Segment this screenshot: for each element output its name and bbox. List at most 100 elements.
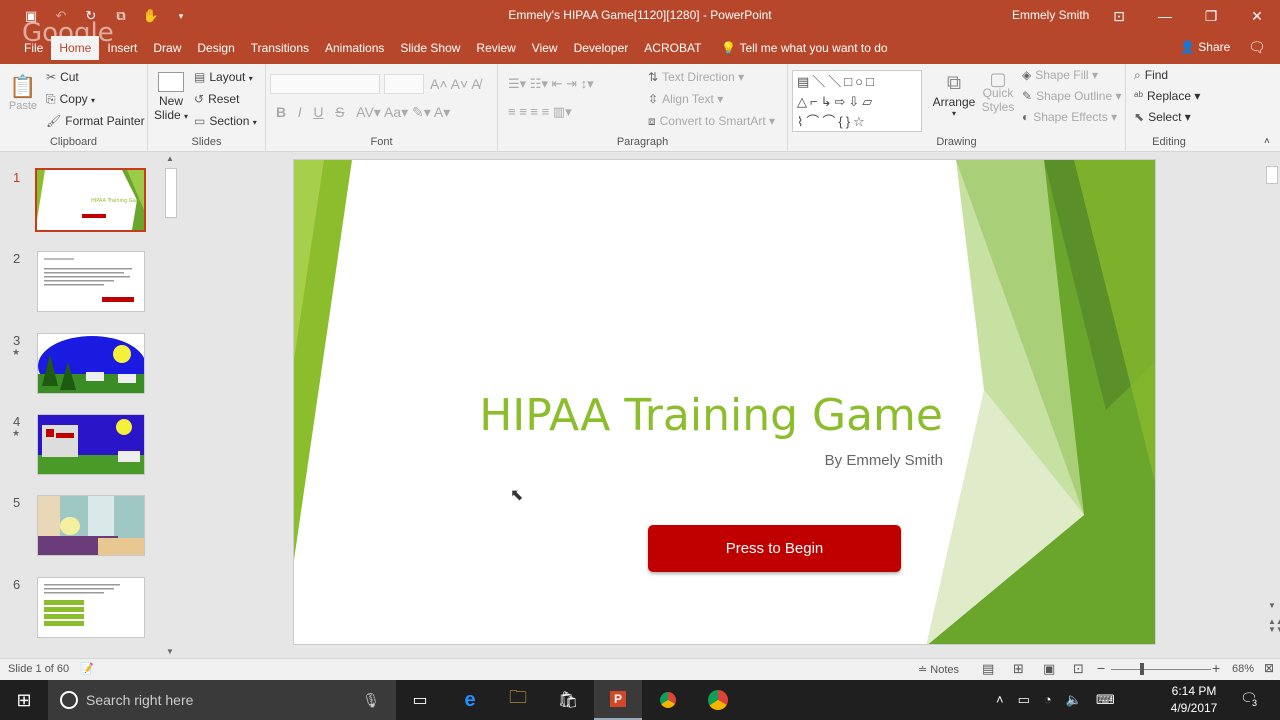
tell-me-box[interactable]: 💡 Tell me what you want to do <box>721 41 887 55</box>
paste-button[interactable]: 📋 Paste <box>8 74 38 118</box>
thumbnail-row[interactable]: 5 <box>0 495 160 557</box>
share-button[interactable]: 👤 Share <box>1180 40 1230 54</box>
thumbnail-row[interactable]: 6 <box>0 577 160 639</box>
normal-view-icon[interactable]: ▤ <box>982 661 994 677</box>
store-icon[interactable]: 🛍 <box>544 680 592 720</box>
arrange-button[interactable]: ⧉ Arrange ▾ <box>930 72 978 118</box>
tab-animations[interactable]: Animations <box>317 36 392 60</box>
list-buttons-icon[interactable]: ☰▾ ☷▾ ⇤ ⇥ ↕▾ <box>508 76 594 92</box>
bold-button[interactable]: B <box>276 104 286 120</box>
layout-button[interactable]: ▤ Layout ▾ <box>194 70 253 84</box>
scroll-thumb[interactable] <box>165 168 177 218</box>
quick-styles-button[interactable]: ▢ Quick Styles <box>980 70 1016 114</box>
file-explorer-icon[interactable]: 🗀 <box>494 680 542 720</box>
thumbnail-slide-5[interactable] <box>37 495 145 556</box>
thumbnail-slide-4[interactable] <box>37 414 145 475</box>
tab-acrobat[interactable]: ACROBAT <box>636 36 709 60</box>
tab-developer[interactable]: Developer <box>566 36 637 60</box>
tab-slide-show[interactable]: Slide Show <box>392 36 468 60</box>
zoom-slider-thumb[interactable] <box>1140 663 1144 675</box>
scroll-up-icon[interactable]: ▲ <box>166 154 174 163</box>
select-button[interactable]: ⬉ Select ▾ <box>1134 110 1191 124</box>
zoom-slider[interactable] <box>1111 669 1211 670</box>
collapse-ribbon-icon[interactable]: ˄ <box>1264 136 1270 147</box>
reset-button[interactable]: ↺ Reset <box>194 92 239 106</box>
taskbar-clock[interactable]: 6:14 PM 4/9/2017 <box>1156 683 1232 717</box>
zoom-level[interactable]: 68% <box>1232 663 1254 675</box>
convert-smartart-button[interactable]: ⧈ Convert to SmartArt ▾ <box>648 114 775 129</box>
font-name-box[interactable] <box>270 74 380 94</box>
thumbnail-row[interactable]: 4 ★ <box>0 414 160 476</box>
slideshow-view-icon[interactable]: ⊡ <box>1073 661 1084 677</box>
thumbnail-row[interactable]: 2 <box>0 251 160 313</box>
show-hidden-icons-icon[interactable]: ˄ <box>996 692 1018 707</box>
slide-subtitle[interactable]: By Emmely Smith <box>294 452 943 469</box>
battery-icon[interactable]: ▭ <box>1018 692 1044 707</box>
character-spacing-icon[interactable]: AV▾ Aa▾ ✎▾ A▾ <box>348 104 450 120</box>
shape-effects-button[interactable]: ◐ Shape Effects ▾ <box>1022 110 1117 124</box>
thumbnail-slide-1[interactable]: HIPAA Training Game <box>35 168 146 232</box>
thumbnail-slide-3[interactable] <box>37 333 145 394</box>
close-icon[interactable]: ✕ <box>1234 0 1280 32</box>
current-slide[interactable]: HIPAA Training Game By Emmely Smith Pres… <box>293 159 1156 645</box>
slide-title[interactable]: HIPAA Training Game <box>294 390 943 441</box>
tab-design[interactable]: Design <box>189 36 242 60</box>
chrome-taskbar-icon-2[interactable] <box>694 680 742 720</box>
tab-review[interactable]: Review <box>468 36 523 60</box>
powerpoint-taskbar-icon[interactable]: P <box>594 680 642 720</box>
fit-slide-icon[interactable]: ⊠ <box>1264 661 1274 675</box>
zoom-out-icon[interactable]: − <box>1097 660 1105 676</box>
minimize-icon[interactable]: — <box>1142 0 1188 32</box>
shapes-gallery[interactable]: ▤＼＼□○□ △⌐↳⇨⇩▱ ⌇⌒⌒{}☆ <box>792 70 922 132</box>
tab-home[interactable]: Home <box>51 36 100 60</box>
tab-draw[interactable]: Draw <box>145 36 189 60</box>
previous-slide-icon[interactable]: ▼ ▲▲ ▼▼ <box>1268 602 1280 634</box>
keyboard-icon[interactable]: ⌨ <box>1096 692 1129 707</box>
spelling-icon[interactable]: 📝 <box>80 662 94 675</box>
slide-sorter-icon[interactable]: ⊞ <box>1013 661 1024 677</box>
volume-icon[interactable]: 🔈 <box>1066 692 1096 707</box>
font-size-box[interactable] <box>384 74 424 94</box>
replace-button[interactable]: ᵃᵇ Replace ▾ <box>1134 89 1200 103</box>
strikethrough-button[interactable]: S <box>335 104 344 120</box>
shape-outline-button[interactable]: ✎ Shape Outline ▾ <box>1022 89 1121 103</box>
restore-icon[interactable]: ❐ <box>1188 0 1234 32</box>
action-center-button[interactable]: 🗨 3 <box>1240 690 1260 708</box>
chrome-taskbar-icon[interactable] <box>644 680 692 720</box>
press-to-begin-button[interactable]: Press to Begin <box>648 525 901 572</box>
shape-fill-button[interactable]: ◈ Shape Fill ▾ <box>1022 68 1098 82</box>
slide-scrollbar[interactable]: ▼ ▲▲ ▼▼ <box>1264 152 1280 658</box>
thumbnail-row[interactable]: 1 HIPAA Training Game <box>0 168 160 232</box>
tab-file[interactable]: File <box>16 36 51 60</box>
ribbon-display-options-icon[interactable]: ⊡ <box>1096 0 1142 32</box>
tab-view[interactable]: View <box>524 36 566 60</box>
copy-button[interactable]: ⎘ Copy ▾ <box>46 92 95 107</box>
thumbnail-slide-6[interactable] <box>37 577 145 638</box>
thumbnail-slide-2[interactable] <box>37 251 145 312</box>
comments-icon[interactable]: 🗨 <box>1248 39 1266 56</box>
underline-button[interactable]: U <box>313 104 323 120</box>
scroll-thumb[interactable] <box>1266 166 1278 184</box>
align-buttons-icon[interactable]: ≡ ≡ ≡ ≡ ▥▾ <box>508 104 572 120</box>
align-text-button[interactable]: ⇳ Align Text ▾ <box>648 92 723 106</box>
find-button[interactable]: ⌕ Find <box>1134 68 1168 83</box>
user-name[interactable]: Emmely Smith <box>1012 8 1089 22</box>
grow-font-icon[interactable]: A˄ A˅ A̸ <box>430 76 481 92</box>
taskbar-search-box[interactable]: Search right here 🎙 <box>48 680 396 720</box>
wifi-icon[interactable]: ◔ <box>1044 692 1066 707</box>
reading-view-icon[interactable]: ▣ <box>1043 661 1055 677</box>
microphone-icon[interactable]: 🎙 <box>362 692 380 709</box>
notes-button[interactable]: ≐ Notes <box>918 663 959 676</box>
thumbnail-row[interactable]: 3 ★ <box>0 333 160 395</box>
text-direction-button[interactable]: ⇅ Text Direction ▾ <box>648 70 744 84</box>
new-slide-button[interactable]: New Slide ▾ <box>154 72 188 124</box>
tab-transitions[interactable]: Transitions <box>243 36 317 60</box>
start-button[interactable]: ⊞ <box>0 680 48 720</box>
zoom-in-icon[interactable]: + <box>1212 660 1220 676</box>
scroll-down-icon[interactable]: ▼ <box>166 647 174 656</box>
cut-button[interactable]: ✂ Cut <box>46 70 79 84</box>
tab-insert[interactable]: Insert <box>99 36 145 60</box>
italic-button[interactable]: I <box>298 104 302 120</box>
format-painter-button[interactable]: 🖌 Format Painter <box>46 114 145 128</box>
thumbnail-scrollbar[interactable]: ▲ ▼ <box>164 152 178 658</box>
